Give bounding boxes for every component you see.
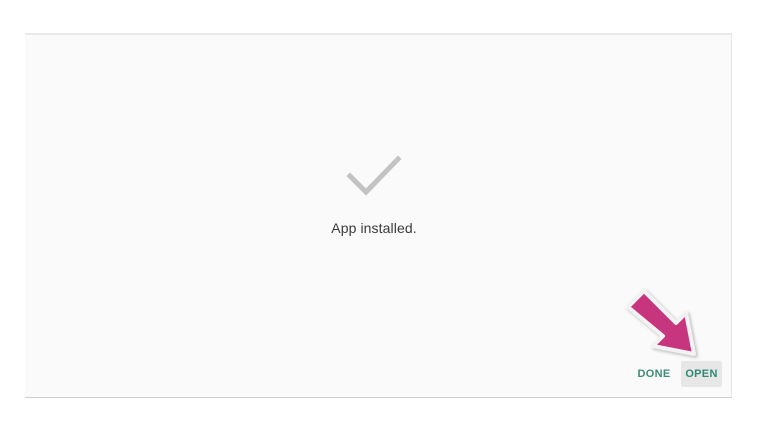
screen: App installed. DONE OPEN	[0, 0, 768, 437]
install-status-text: App installed.	[331, 220, 417, 236]
arrow-pointer-icon	[626, 289, 696, 356]
dialog-divider	[25, 33, 732, 35]
checkmark-icon	[346, 155, 402, 196]
